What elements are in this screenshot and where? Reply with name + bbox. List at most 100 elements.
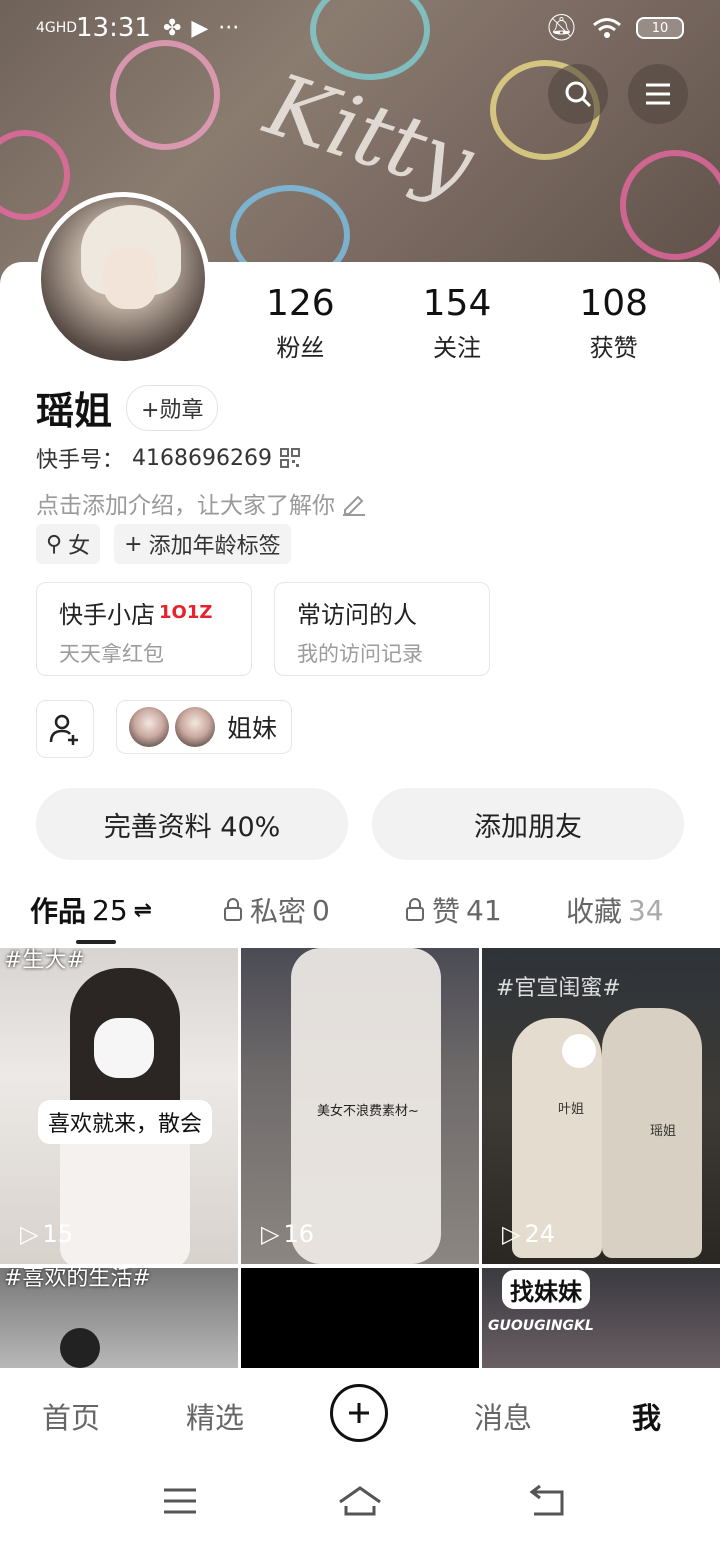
stat-likes[interactable]: 108 获赞 xyxy=(535,284,692,363)
qr-code-icon[interactable] xyxy=(280,448,300,468)
name-row: 瑶姐 +勋章 xyxy=(36,380,219,435)
add-person-icon xyxy=(49,714,78,745)
tab-count: 41 xyxy=(466,893,502,927)
intro-field[interactable]: 点击添加介绍，让大家了解你 xyxy=(36,486,367,520)
avatar xyxy=(175,707,215,747)
view-count: ▷ 15 xyxy=(20,1220,73,1248)
avatar[interactable] xyxy=(36,192,210,366)
view-count-value: 15 xyxy=(42,1220,74,1248)
thumb-sticker xyxy=(562,1034,596,1068)
view-count: ▷ 16 xyxy=(261,1220,314,1248)
female-icon: ⚲ xyxy=(46,531,63,557)
network-indicator: 4GHD xyxy=(36,20,78,36)
video-thumbnail[interactable]: 找妹妹 GUOUGINGKL xyxy=(482,1268,720,1368)
tab-count: 34 xyxy=(628,893,664,927)
avatar-face xyxy=(103,247,157,309)
visitors-subtitle: 我的访问记录 xyxy=(297,642,423,666)
create-button[interactable] xyxy=(330,1384,388,1442)
play-outline-icon: ▷ xyxy=(20,1220,39,1248)
wifi-icon xyxy=(593,18,621,38)
status-app-icons: ✤ ▶ ··· xyxy=(163,16,239,41)
menu-button[interactable] xyxy=(628,64,688,124)
tab-favorites[interactable]: 收藏 34 xyxy=(566,890,664,930)
add-friend-button[interactable]: 添加朋友 xyxy=(372,788,684,860)
recent-apps-icon[interactable] xyxy=(162,1486,198,1516)
shop-badge: 1O1Z xyxy=(159,602,213,623)
profile-stats: 126 粉丝 154 关注 108 获赞 xyxy=(222,284,692,363)
tab-works[interactable]: 作品 25 ⇌ xyxy=(30,890,152,930)
add-contact-button[interactable] xyxy=(36,700,94,758)
content-tabs: 作品 25 ⇌ 私密 0 赞 41 收藏 34 xyxy=(0,890,720,946)
video-thumbnail[interactable]: #喜欢的生活# xyxy=(0,1268,238,1368)
video-thumbnail[interactable]: #生大# 喜欢就来，散会 ▷ 15 xyxy=(0,948,238,1264)
nav-messages[interactable]: 消息 xyxy=(474,1395,532,1437)
stat-followers[interactable]: 126 粉丝 xyxy=(222,284,379,363)
view-count-value: 16 xyxy=(283,1220,315,1248)
nav-featured[interactable]: 精选 xyxy=(186,1395,244,1437)
lock-icon xyxy=(224,898,242,921)
stat-following[interactable]: 154 关注 xyxy=(379,284,536,363)
id-label: 快手号： xyxy=(36,448,125,473)
banner-deco xyxy=(110,40,220,150)
shop-title: 快手小店 xyxy=(59,601,155,629)
thumb-name-label: 瑶姐 xyxy=(650,1124,677,1139)
plus-icon xyxy=(349,1403,369,1423)
shop-subtitle: 天天拿红包 xyxy=(59,642,164,666)
stat-value: 126 xyxy=(265,283,335,324)
status-bar: 4GHD 13:31 ✤ ▶ ··· 🔕︎ 10 xyxy=(0,0,720,56)
stat-label: 粉丝 xyxy=(276,334,325,362)
battery-indicator: 10 xyxy=(636,17,684,39)
view-count-value: 24 xyxy=(524,1220,556,1248)
home-icon[interactable] xyxy=(336,1484,384,1518)
status-time: 13:31 xyxy=(76,13,151,43)
gender-tag-label: 女 xyxy=(68,534,91,559)
tab-count: 25 xyxy=(92,893,128,927)
tab-liked[interactable]: 赞 41 xyxy=(404,890,502,930)
avatar xyxy=(129,707,169,747)
thumb-name-label: 叶姐 xyxy=(558,1102,585,1117)
age-tag-button[interactable]: + 添加年龄标签 xyxy=(114,524,291,564)
swap-icon[interactable]: ⇌ xyxy=(134,898,152,923)
tab-private[interactable]: 私密 0 xyxy=(222,890,330,930)
thumb-bubble: 喜欢就来，散会 xyxy=(38,1100,213,1144)
lock-icon xyxy=(406,898,424,921)
nav-home[interactable]: 首页 xyxy=(42,1395,100,1437)
intro-placeholder: 点击添加介绍，让大家了解你 xyxy=(36,493,335,519)
profile-tags: ⚲ 女 + 添加年龄标签 xyxy=(36,524,291,564)
edit-pencil-icon xyxy=(343,495,365,516)
video-thumbnail[interactable] xyxy=(241,1268,479,1368)
thumb-subcaption: GUOUGINGKL xyxy=(488,1318,594,1334)
mute-bell-icon: 🔕︎ xyxy=(544,13,578,43)
video-thumbnail[interactable]: 美女不浪费素材~ ▷ 16 xyxy=(241,948,479,1264)
age-tag-label: 添加年龄标签 xyxy=(148,534,281,559)
shop-card[interactable]: 快手小店 1O1Z 天天拿红包 xyxy=(36,582,252,676)
search-button[interactable] xyxy=(548,64,608,124)
medal-button[interactable]: +勋章 xyxy=(126,384,219,431)
thumb-caption: #喜欢的生活# xyxy=(4,1268,151,1291)
stat-value: 108 xyxy=(579,283,649,324)
banner-deco xyxy=(620,150,720,260)
nav-me[interactable]: 我 xyxy=(632,1395,661,1437)
search-icon xyxy=(565,81,592,108)
stat-label: 获赞 xyxy=(589,334,638,362)
play-icon: ▶ xyxy=(191,15,209,41)
profile-name: 瑶姐 xyxy=(36,389,113,433)
video-thumbnail[interactable]: #官宣闺蜜# 叶姐 瑶姐 ▷ 24 xyxy=(482,948,720,1264)
complete-profile-button[interactable]: 完善资料 40% xyxy=(36,788,348,860)
tab-label: 赞 xyxy=(432,895,461,928)
gender-tag[interactable]: ⚲ 女 xyxy=(36,524,101,564)
tab-label: 作品 xyxy=(30,895,87,928)
play-outline-icon: ▷ xyxy=(502,1220,521,1248)
thumb-overlay-text: 美女不浪费素材~ xyxy=(317,1104,419,1119)
more-dots-icon: ··· xyxy=(218,15,240,41)
sisters-group[interactable]: 姐妹 xyxy=(116,700,293,754)
thumb-caption: 找妹妹 xyxy=(502,1270,590,1309)
visitors-title: 常访问的人 xyxy=(297,601,417,629)
tab-label: 收藏 xyxy=(566,895,623,928)
thumb-figure xyxy=(60,1328,100,1368)
thumb-mask xyxy=(94,1018,154,1078)
visitors-card[interactable]: 常访问的人 我的访问记录 xyxy=(274,582,490,676)
tab-label: 私密 xyxy=(250,895,307,928)
kuaishou-id[interactable]: 快手号： 4168696269 xyxy=(36,442,300,474)
back-icon[interactable] xyxy=(528,1484,568,1518)
